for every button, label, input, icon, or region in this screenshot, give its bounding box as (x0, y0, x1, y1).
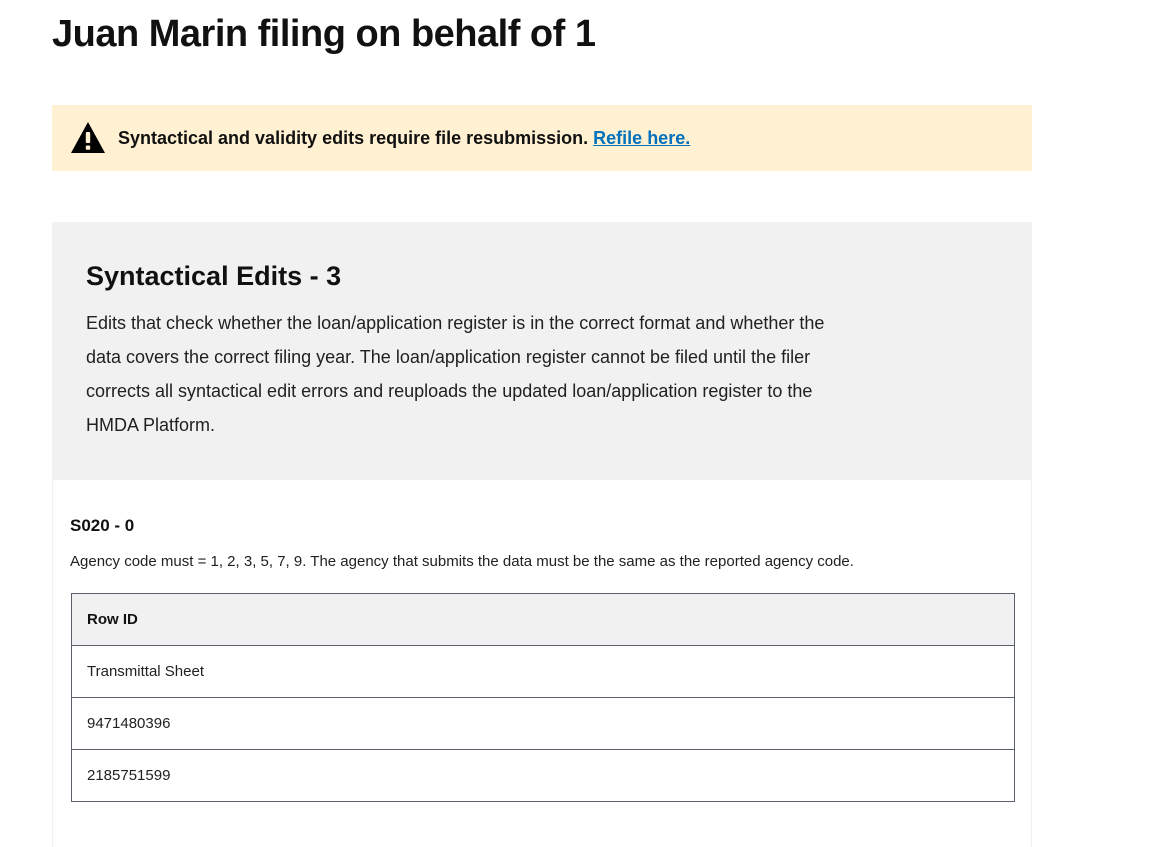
alert-message-container: Syntactical and validity edits require f… (118, 128, 690, 149)
warning-icon (71, 122, 105, 153)
page: Juan Marin filing on behalf of 1 Syntact… (0, 0, 1164, 847)
column-header-row-id: Row ID (71, 593, 1015, 646)
table-row: 9471480396 (71, 697, 1015, 750)
refile-link[interactable]: Refile here. (593, 128, 690, 148)
page-title: Juan Marin filing on behalf of 1 (52, 13, 596, 55)
table-cell-row-id: 2185751599 (71, 749, 1015, 802)
table-header-row: Row ID (71, 593, 1015, 646)
row-id-table: Row ID Transmittal Sheet 9471480396 2185… (71, 593, 1015, 802)
table-row: Transmittal Sheet (71, 645, 1015, 698)
edit-id: S020 - 0 (70, 516, 135, 535)
table-row: 2185751599 (71, 749, 1015, 802)
syntactical-edits-title: Syntactical Edits - 3 (86, 261, 342, 291)
edit-panel-s020: S020 - 0 Agency code must = 1, 2, 3, 5, … (52, 480, 1032, 847)
warning-alert: Syntactical and validity edits require f… (52, 105, 1032, 171)
alert-message: Syntactical and validity edits require f… (118, 127, 589, 148)
edit-description: Agency code must = 1, 2, 3, 5, 7, 9. The… (70, 553, 854, 570)
table-cell-row-id: Transmittal Sheet (71, 645, 1015, 698)
table-cell-row-id: 9471480396 (71, 697, 1015, 750)
syntactical-edits-header: Syntactical Edits - 3 Edits that check w… (52, 222, 1032, 480)
syntactical-edits-description: Edits that check whether the loan/applic… (86, 313, 825, 435)
